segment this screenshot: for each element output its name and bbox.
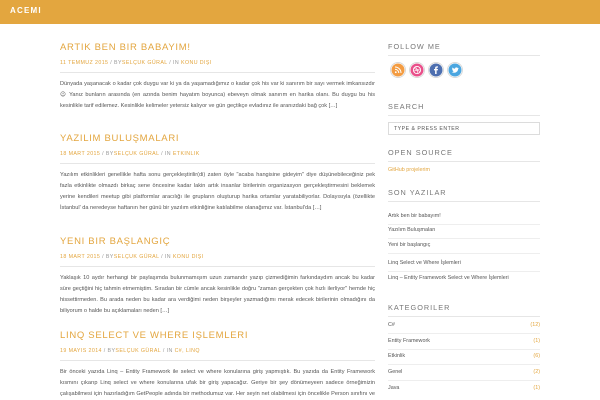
post-title[interactable]: Yazılım Buluşmaları bbox=[60, 133, 375, 144]
twitter-button[interactable] bbox=[447, 62, 463, 78]
category-name: Etkinlik bbox=[388, 353, 406, 359]
recent-posts-title: Son Yazılar bbox=[388, 188, 447, 197]
post-excerpt: Yazılım etkinlikleri genellikle hafta so… bbox=[60, 172, 375, 211]
category-item[interactable]: Java (1) bbox=[388, 385, 540, 391]
post-meta: 18 Mart 2015 / BYSelçuk Güral / IN Konu … bbox=[60, 254, 204, 260]
post-category-prefix: IN bbox=[164, 151, 171, 157]
widget-divider bbox=[388, 316, 540, 317]
post-excerpt: Bir önceki yazıda Linq – Entity Framewor… bbox=[60, 369, 375, 397]
categories-title: Kategoriler bbox=[388, 303, 451, 312]
post-date: 18 Mart 2015 bbox=[60, 254, 101, 260]
recent-post-link[interactable]: Artık ben bir babayım! bbox=[388, 213, 441, 219]
post-meta: 11 Temmuz 2015 / BYSelçuk Güral / IN Kon… bbox=[60, 60, 212, 66]
post-meta: 19 Mayıs 2014 / BYSelçuk Güral / IN C#, … bbox=[60, 348, 200, 354]
post-item: Linq Select ve Where işlemleri 19 Mayıs … bbox=[60, 330, 375, 400]
search-input[interactable] bbox=[388, 122, 540, 135]
post-divider bbox=[60, 360, 375, 361]
post-date: 11 Temmuz 2015 bbox=[60, 60, 109, 66]
recent-post-link[interactable]: Yazılım Buluşmaları bbox=[388, 227, 436, 233]
category-name: C# bbox=[388, 322, 395, 328]
post-title[interactable]: Yeni Bir Başlangıç bbox=[60, 236, 375, 247]
category-item[interactable]: Genel (2) bbox=[388, 369, 540, 375]
post-meta: 18 Mart 2015 / BYSelçuk Güral / IN Etkin… bbox=[60, 151, 200, 157]
item-divider bbox=[388, 380, 540, 381]
post-excerpt: Yaklaşık 10 aydır herhangi bir paylaşımd… bbox=[60, 275, 375, 314]
category-count: (2) bbox=[533, 369, 540, 375]
item-divider bbox=[388, 224, 540, 225]
site-brand[interactable]: ACEMI bbox=[10, 6, 42, 15]
post-author-prefix: BY bbox=[114, 60, 122, 66]
post-category[interactable]: Konu Dışı bbox=[173, 254, 204, 260]
recent-post-link[interactable]: Linq Select ve Where İşlemleri bbox=[388, 260, 461, 266]
category-name: Genel bbox=[388, 369, 403, 375]
post-divider bbox=[60, 163, 375, 164]
post-author[interactable]: Selçuk Güral bbox=[122, 60, 168, 66]
social-icons bbox=[390, 62, 463, 78]
post-title[interactable]: Artık ben bir babayım! bbox=[60, 42, 375, 53]
widget-divider bbox=[388, 201, 540, 202]
twitter-icon bbox=[448, 63, 462, 77]
post-category-prefix: IN bbox=[166, 348, 173, 354]
category-count: (1) bbox=[533, 338, 540, 344]
rss-button[interactable] bbox=[390, 62, 406, 78]
widget-divider bbox=[388, 161, 540, 162]
facebook-icon bbox=[429, 63, 443, 77]
post-excerpt: Dünyada yaşanacak o kadar çok duygu var … bbox=[60, 81, 375, 109]
github-link[interactable]: GitHub projelerim bbox=[388, 167, 430, 173]
post-date: 18 Mart 2015 bbox=[60, 151, 101, 157]
category-count: (12) bbox=[530, 322, 540, 328]
recent-post-link[interactable]: Yeni bir başlangıç bbox=[388, 242, 430, 248]
post-date: 19 Mayıs 2014 bbox=[60, 348, 102, 354]
category-count: (1) bbox=[533, 385, 540, 391]
post-category[interactable]: Konu Dışı bbox=[181, 60, 212, 66]
post-category[interactable]: C#, Linq bbox=[175, 348, 200, 354]
post-category-prefix: IN bbox=[164, 254, 171, 260]
post-title[interactable]: Linq Select ve Where işlemleri bbox=[60, 330, 375, 341]
post-divider bbox=[60, 266, 375, 267]
post-author[interactable]: Selçuk Güral bbox=[115, 348, 161, 354]
category-name: Java bbox=[388, 385, 400, 391]
widget-divider bbox=[388, 115, 540, 116]
post-item: Artık ben bir babayım! 11 Temmuz 2015 / … bbox=[60, 42, 375, 112]
post-category[interactable]: Etkinlik bbox=[173, 151, 200, 157]
post-item: Yazılım Buluşmaları 18 Mart 2015 / BYSel… bbox=[60, 133, 375, 214]
item-divider bbox=[388, 238, 540, 239]
top-bar: ACEMI bbox=[0, 0, 600, 24]
post-category-prefix: IN bbox=[173, 60, 180, 66]
open-source-title: Open Source bbox=[388, 148, 453, 157]
rss-icon bbox=[391, 63, 405, 77]
dribbble-icon bbox=[410, 63, 424, 77]
item-divider bbox=[388, 271, 540, 272]
facebook-button[interactable] bbox=[428, 62, 444, 78]
post-author[interactable]: Selçuk Güral bbox=[114, 254, 160, 260]
category-name: Entity Framework bbox=[388, 338, 430, 344]
recent-post-link[interactable]: Linq – Entity Framework Select ve Where … bbox=[388, 275, 509, 281]
post-divider bbox=[60, 72, 375, 73]
item-divider bbox=[388, 333, 540, 334]
item-divider bbox=[388, 349, 540, 350]
category-item[interactable]: Etkinlik (6) bbox=[388, 353, 540, 359]
widget-divider bbox=[388, 55, 540, 56]
follow-title: Follow Me bbox=[388, 42, 441, 51]
post-item: Yeni Bir Başlangıç 18 Mart 2015 / BYSelç… bbox=[60, 236, 375, 317]
post-author[interactable]: Selçuk Güral bbox=[114, 151, 160, 157]
category-item[interactable]: C# (12) bbox=[388, 322, 540, 328]
post-author-prefix: BY bbox=[105, 254, 114, 260]
category-count: (6) bbox=[533, 353, 540, 359]
post-author-prefix: BY bbox=[105, 151, 114, 157]
item-divider bbox=[388, 364, 540, 365]
search-title: Search bbox=[388, 102, 425, 111]
item-divider bbox=[388, 253, 540, 254]
category-item[interactable]: Entity Framework (1) bbox=[388, 338, 540, 344]
dribbble-button[interactable] bbox=[409, 62, 425, 78]
